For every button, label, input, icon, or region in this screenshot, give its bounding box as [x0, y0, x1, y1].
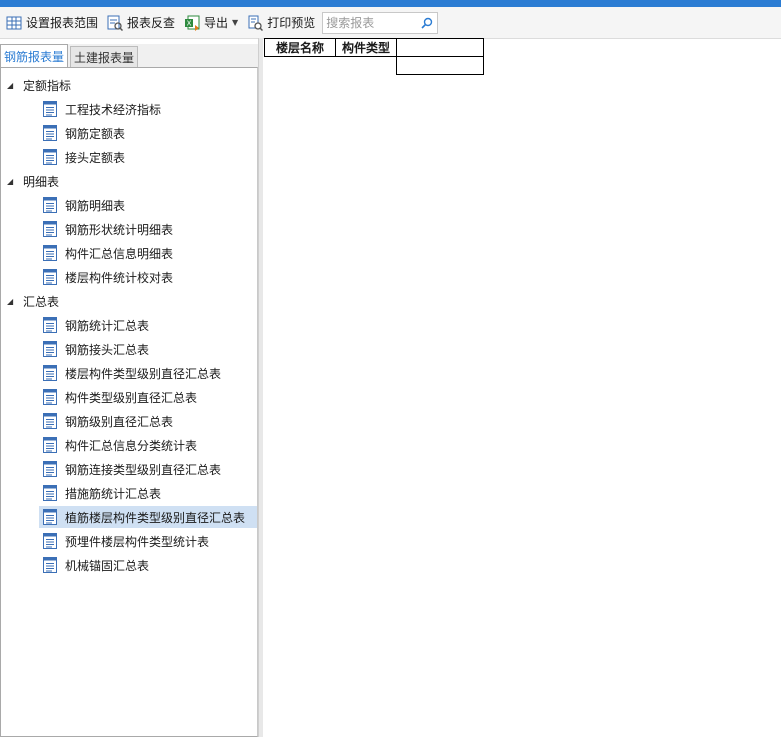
chevron-down-icon: ▼ [232, 18, 239, 27]
tree-item-label: 预埋件楼层构件类型统计表 [65, 534, 210, 549]
tree-group[interactable]: ◢ 汇总表 [1, 289, 257, 313]
report-table: 楼层名称 构件类型 [264, 38, 484, 75]
report-doc-icon [43, 245, 57, 261]
tree-group-label: 汇总表 [23, 294, 60, 309]
report-doc-icon [43, 509, 57, 525]
tree-item[interactable]: 钢筋连接类型级别直径汇总表 [39, 458, 257, 480]
tree-item[interactable]: 措施筋统计汇总表 [39, 482, 257, 504]
report-doc-icon [43, 461, 57, 477]
tree-group-label: 明细表 [23, 174, 60, 189]
report-tree: ◢ 定额指标工程技术经济指标 钢筋定额表接头定额表 ◢ 明细表 钢筋明细表钢筋形状统计明细… [0, 67, 258, 737]
set-range-label: 设置报表范围 [26, 16, 99, 30]
report-doc-icon [43, 533, 57, 549]
column-header-component-type: 构件类型 [335, 38, 397, 57]
toolbar: 设置报表范围 报表反查 X 导出 ▼ 打印预览 [0, 7, 781, 39]
report-doc-icon [43, 365, 57, 381]
expand-triangle-icon[interactable]: ◢ [7, 297, 17, 306]
tree-item-label: 钢筋接头汇总表 [65, 342, 150, 357]
tree-group-label: 定额指标 [23, 78, 72, 93]
reverse-check-button[interactable]: 报表反查 [104, 11, 178, 35]
panel-splitter[interactable] [258, 38, 263, 737]
print-preview-icon [248, 15, 264, 31]
tree-item[interactable]: 楼层构件统计校对表 [39, 266, 257, 288]
reverse-check-label: 报表反查 [127, 16, 176, 30]
tree-item-label: 楼层构件统计校对表 [65, 270, 174, 285]
tree-item-label: 钢筋明细表 [65, 198, 126, 213]
tree-item-label: 楼层构件类型级别直径汇总表 [65, 366, 222, 381]
search-icon[interactable] [420, 16, 434, 30]
tree-item[interactable]: 构件汇总信息明细表 [39, 242, 257, 264]
tree-item-label: 钢筋定额表 [65, 126, 126, 141]
tree-item[interactable]: 接头定额表 [39, 146, 257, 168]
report-doc-icon [43, 557, 57, 573]
report-doc-icon [43, 341, 57, 357]
excel-export-icon: X [185, 15, 200, 31]
tree-item-label: 钢筋统计汇总表 [65, 318, 150, 333]
tree-item[interactable]: 工程技术经济指标 [39, 98, 257, 120]
report-doc-icon [43, 317, 57, 333]
report-doc-icon [43, 269, 57, 285]
tree-item[interactable]: 植筋楼层构件类型级别直径汇总表 [39, 506, 257, 528]
export-label: 导出 [204, 16, 229, 30]
column-header-floor-name: 楼层名称 [264, 38, 336, 57]
reverse-lookup-icon [107, 15, 124, 31]
tree-item[interactable]: 钢筋接头汇总表 [39, 338, 257, 360]
export-button[interactable]: X 导出 ▼ [181, 11, 241, 35]
tree-group[interactable]: ◢ 定额指标 [1, 73, 257, 97]
svg-text:X: X [187, 19, 192, 27]
expand-triangle-icon[interactable]: ◢ [7, 177, 17, 186]
tree-item-label: 措施筋统计汇总表 [65, 486, 162, 501]
table-cell-empty [396, 56, 484, 75]
expand-triangle-icon[interactable]: ◢ [7, 81, 17, 90]
tree-item[interactable]: 钢筋明细表 [39, 194, 257, 216]
tree-item-label: 钢筋级别直径汇总表 [65, 414, 174, 429]
search-input[interactable] [323, 13, 419, 32]
tree-item-label: 钢筋形状统计明细表 [65, 222, 174, 237]
search-box [322, 11, 439, 34]
tree-item[interactable]: 钢筋定额表 [39, 122, 257, 144]
report-doc-icon [43, 437, 57, 453]
report-tabs: 钢筋报表量 土建报表量 [0, 44, 262, 68]
tree-item-label: 接头定额表 [65, 150, 126, 165]
tree-item[interactable]: 机械锚固汇总表 [39, 554, 257, 576]
table-row [265, 56, 484, 75]
report-doc-icon [43, 221, 57, 237]
tree-item[interactable]: 构件汇总信息分类统计表 [39, 434, 257, 456]
tree-item[interactable]: 构件类型级别直径汇总表 [39, 386, 257, 408]
table-cell-empty [335, 56, 397, 75]
report-doc-icon [43, 149, 57, 165]
tree-item[interactable]: 楼层构件类型级别直径汇总表 [39, 362, 257, 384]
print-preview-label: 打印预览 [267, 16, 316, 30]
report-doc-icon [43, 413, 57, 429]
tab-rebar-report[interactable]: 钢筋报表量 [0, 44, 69, 68]
tree-item-label: 植筋楼层构件类型级别直径汇总表 [65, 510, 246, 525]
grid-range-icon [6, 16, 22, 29]
print-preview-button[interactable]: 打印预览 [244, 11, 318, 35]
tree-item[interactable]: 钢筋级别直径汇总表 [39, 410, 257, 432]
set-range-button[interactable]: 设置报表范围 [3, 11, 101, 35]
tab-civil-report[interactable]: 土建报表量 [70, 46, 139, 68]
tree-group[interactable]: ◢ 明细表 [1, 169, 257, 193]
tree-item-label: 构件类型级别直径汇总表 [65, 390, 198, 405]
tree-item-label: 构件汇总信息分类统计表 [65, 438, 198, 453]
report-doc-icon [43, 389, 57, 405]
title-bar-strip [0, 0, 781, 7]
table-cell-empty [265, 57, 336, 75]
report-doc-icon [43, 125, 57, 141]
tree-item-label: 工程技术经济指标 [65, 102, 162, 117]
report-doc-icon [43, 197, 57, 213]
report-doc-icon [43, 485, 57, 501]
table-cell-empty [396, 38, 484, 57]
table-header-row: 楼层名称 构件类型 [264, 38, 484, 57]
tree-item[interactable]: 预埋件楼层构件类型统计表 [39, 530, 257, 552]
tree-item-label: 机械锚固汇总表 [65, 558, 150, 573]
tree-item-label: 钢筋连接类型级别直径汇总表 [65, 462, 222, 477]
tree-item[interactable]: 钢筋形状统计明细表 [39, 218, 257, 240]
tree-item-label: 构件汇总信息明细表 [65, 246, 174, 261]
report-doc-icon [43, 101, 57, 117]
tree-item[interactable]: 钢筋统计汇总表 [39, 314, 257, 336]
